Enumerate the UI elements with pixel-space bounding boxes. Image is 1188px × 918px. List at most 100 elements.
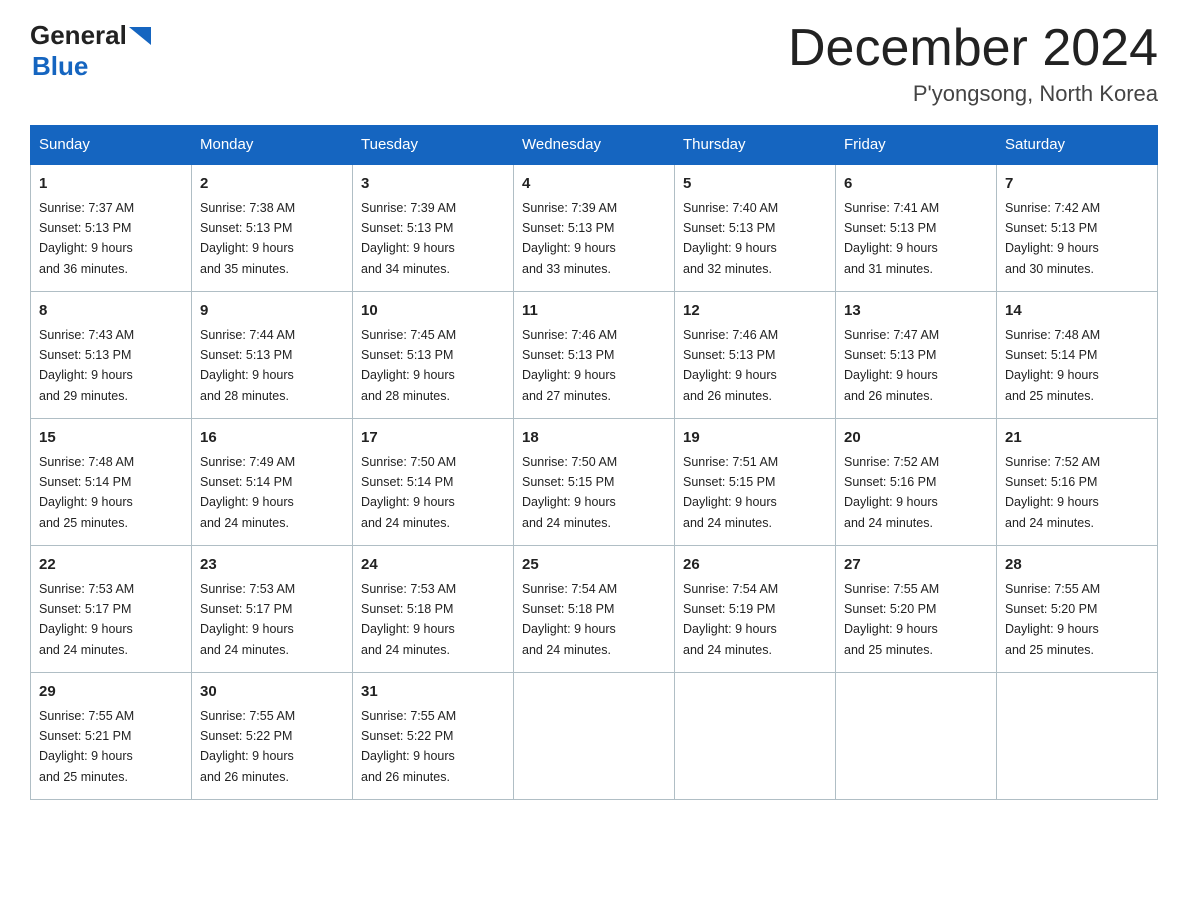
day-number: 17 — [361, 427, 505, 450]
calendar-day-cell: 7 Sunrise: 7:42 AMSunset: 5:13 PMDaylight… — [997, 164, 1158, 292]
logo-arrow-icon — [129, 27, 151, 45]
day-number: 27 — [844, 554, 988, 577]
day-sun-info: Sunrise: 7:55 AMSunset: 5:21 PMDaylight:… — [39, 709, 134, 784]
day-number: 9 — [200, 300, 344, 323]
day-sun-info: Sunrise: 7:52 AMSunset: 5:16 PMDaylight:… — [1005, 455, 1100, 530]
day-of-week-header: Thursday — [675, 126, 836, 165]
day-sun-info: Sunrise: 7:54 AMSunset: 5:18 PMDaylight:… — [522, 582, 617, 657]
day-number: 4 — [522, 173, 666, 196]
calendar-week-row: 29Sunrise: 7:55 AMSunset: 5:21 PMDayligh… — [31, 673, 1158, 800]
day-number: 2 — [200, 173, 344, 196]
day-sun-info: Sunrise: 7:41 AMSunset: 5:13 PMDaylight:… — [844, 201, 939, 276]
calendar-week-row: 22 Sunrise: 7:53 AMSunset: 5:17 PMDayligh… — [31, 546, 1158, 673]
day-sun-info: Sunrise: 7:43 AMSunset: 5:13 PMDaylight:… — [39, 328, 134, 403]
day-number: 28 — [1005, 554, 1149, 577]
calendar-day-cell: 29Sunrise: 7:55 AMSunset: 5:21 PMDayligh… — [31, 673, 192, 800]
calendar-day-cell: 27 Sunrise: 7:55 AMSunset: 5:20 PMDayligh… — [836, 546, 997, 673]
calendar-day-cell: 31Sunrise: 7:55 AMSunset: 5:22 PMDayligh… — [353, 673, 514, 800]
calendar-day-cell: 1 Sunrise: 7:37 AMSunset: 5:13 PMDaylight… — [31, 164, 192, 292]
day-number: 20 — [844, 427, 988, 450]
day-sun-info: Sunrise: 7:50 AMSunset: 5:15 PMDaylight:… — [522, 455, 617, 530]
day-sun-info: Sunrise: 7:55 AMSunset: 5:20 PMDaylight:… — [1005, 582, 1100, 657]
day-sun-info: Sunrise: 7:55 AMSunset: 5:20 PMDaylight:… — [844, 582, 939, 657]
calendar-day-cell — [514, 673, 675, 800]
day-number: 12 — [683, 300, 827, 323]
day-sun-info: Sunrise: 7:51 AMSunset: 5:15 PMDaylight:… — [683, 455, 778, 530]
calendar-day-cell: 3Sunrise: 7:39 AMSunset: 5:13 PMDaylight… — [353, 164, 514, 292]
day-sun-info: Sunrise: 7:46 AMSunset: 5:13 PMDaylight:… — [522, 328, 617, 403]
calendar-day-cell: 17 Sunrise: 7:50 AMSunset: 5:14 PMDayligh… — [353, 419, 514, 546]
day-sun-info: Sunrise: 7:49 AMSunset: 5:14 PMDaylight:… — [200, 455, 295, 530]
calendar-day-cell: 18 Sunrise: 7:50 AMSunset: 5:15 PMDayligh… — [514, 419, 675, 546]
calendar-day-cell — [997, 673, 1158, 800]
calendar-day-cell: 30 Sunrise: 7:55 AMSunset: 5:22 PMDayligh… — [192, 673, 353, 800]
calendar-day-cell: 8Sunrise: 7:43 AMSunset: 5:13 PMDaylight… — [31, 292, 192, 419]
day-of-week-header: Friday — [836, 126, 997, 165]
calendar-day-cell: 5 Sunrise: 7:40 AMSunset: 5:13 PMDaylight… — [675, 164, 836, 292]
calendar-day-cell: 19 Sunrise: 7:51 AMSunset: 5:15 PMDayligh… — [675, 419, 836, 546]
day-of-week-header: Wednesday — [514, 126, 675, 165]
calendar-day-cell: 16 Sunrise: 7:49 AMSunset: 5:14 PMDayligh… — [192, 419, 353, 546]
day-sun-info: Sunrise: 7:53 AMSunset: 5:18 PMDaylight:… — [361, 582, 456, 657]
day-number: 19 — [683, 427, 827, 450]
day-sun-info: Sunrise: 7:53 AMSunset: 5:17 PMDaylight:… — [200, 582, 295, 657]
month-title: December 2024 — [788, 20, 1158, 77]
logo: General Blue — [30, 20, 151, 82]
day-number: 1 — [39, 173, 183, 196]
calendar-day-cell: 14 Sunrise: 7:48 AMSunset: 5:14 PMDayligh… — [997, 292, 1158, 419]
calendar-day-cell — [836, 673, 997, 800]
day-number: 30 — [200, 681, 344, 704]
calendar-day-cell: 23 Sunrise: 7:53 AMSunset: 5:17 PMDayligh… — [192, 546, 353, 673]
day-of-week-header: Sunday — [31, 126, 192, 165]
calendar-day-cell: 22Sunrise: 7:53 AMSunset: 5:17 PMDayligh… — [31, 546, 192, 673]
calendar-day-cell — [675, 673, 836, 800]
day-number: 11 — [522, 300, 666, 323]
day-number: 13 — [844, 300, 988, 323]
day-sun-info: Sunrise: 7:38 AMSunset: 5:13 PMDaylight:… — [200, 201, 295, 276]
day-sun-info: Sunrise: 7:46 AMSunset: 5:13 PMDaylight:… — [683, 328, 778, 403]
day-number: 5 — [683, 173, 827, 196]
day-sun-info: Sunrise: 7:50 AMSunset: 5:14 PMDaylight:… — [361, 455, 456, 530]
page-header: General Blue December 2024 P'yongsong, N… — [30, 20, 1158, 107]
calendar-header-row: SundayMondayTuesdayWednesdayThursdayFrid… — [31, 126, 1158, 165]
logo-general-text: General — [30, 20, 127, 51]
day-number: 22 — [39, 554, 183, 577]
logo-blue-text: Blue — [32, 51, 88, 81]
day-number: 10 — [361, 300, 505, 323]
day-of-week-header: Saturday — [997, 126, 1158, 165]
day-number: 7 — [1005, 173, 1149, 196]
calendar-day-cell: 21Sunrise: 7:52 AMSunset: 5:16 PMDayligh… — [997, 419, 1158, 546]
calendar-day-cell: 25Sunrise: 7:54 AMSunset: 5:18 PMDayligh… — [514, 546, 675, 673]
calendar-day-cell: 26 Sunrise: 7:54 AMSunset: 5:19 PMDayligh… — [675, 546, 836, 673]
day-number: 3 — [361, 173, 505, 196]
calendar-table: SundayMondayTuesdayWednesdayThursdayFrid… — [30, 125, 1158, 800]
day-sun-info: Sunrise: 7:39 AMSunset: 5:13 PMDaylight:… — [522, 201, 617, 276]
day-sun-info: Sunrise: 7:55 AMSunset: 5:22 PMDaylight:… — [200, 709, 295, 784]
day-number: 24 — [361, 554, 505, 577]
calendar-week-row: 1 Sunrise: 7:37 AMSunset: 5:13 PMDaylight… — [31, 164, 1158, 292]
calendar-week-row: 8Sunrise: 7:43 AMSunset: 5:13 PMDaylight… — [31, 292, 1158, 419]
location-title: P'yongsong, North Korea — [788, 81, 1158, 107]
day-sun-info: Sunrise: 7:54 AMSunset: 5:19 PMDaylight:… — [683, 582, 778, 657]
day-number: 14 — [1005, 300, 1149, 323]
calendar-day-cell: 4 Sunrise: 7:39 AMSunset: 5:13 PMDaylight… — [514, 164, 675, 292]
day-of-week-header: Monday — [192, 126, 353, 165]
day-sun-info: Sunrise: 7:40 AMSunset: 5:13 PMDaylight:… — [683, 201, 778, 276]
calendar-day-cell: 11 Sunrise: 7:46 AMSunset: 5:13 PMDayligh… — [514, 292, 675, 419]
day-number: 23 — [200, 554, 344, 577]
day-sun-info: Sunrise: 7:48 AMSunset: 5:14 PMDaylight:… — [39, 455, 134, 530]
calendar-day-cell: 12 Sunrise: 7:46 AMSunset: 5:13 PMDayligh… — [675, 292, 836, 419]
day-number: 18 — [522, 427, 666, 450]
day-sun-info: Sunrise: 7:48 AMSunset: 5:14 PMDaylight:… — [1005, 328, 1100, 403]
day-sun-info: Sunrise: 7:42 AMSunset: 5:13 PMDaylight:… — [1005, 201, 1100, 276]
calendar-day-cell: 6Sunrise: 7:41 AMSunset: 5:13 PMDaylight… — [836, 164, 997, 292]
day-sun-info: Sunrise: 7:37 AMSunset: 5:13 PMDaylight:… — [39, 201, 134, 276]
day-number: 16 — [200, 427, 344, 450]
calendar-day-cell: 15Sunrise: 7:48 AMSunset: 5:14 PMDayligh… — [31, 419, 192, 546]
day-number: 26 — [683, 554, 827, 577]
title-block: December 2024 P'yongsong, North Korea — [788, 20, 1158, 107]
calendar-day-cell: 13Sunrise: 7:47 AMSunset: 5:13 PMDayligh… — [836, 292, 997, 419]
day-sun-info: Sunrise: 7:55 AMSunset: 5:22 PMDaylight:… — [361, 709, 456, 784]
calendar-day-cell: 24 Sunrise: 7:53 AMSunset: 5:18 PMDayligh… — [353, 546, 514, 673]
calendar-day-cell: 20Sunrise: 7:52 AMSunset: 5:16 PMDayligh… — [836, 419, 997, 546]
